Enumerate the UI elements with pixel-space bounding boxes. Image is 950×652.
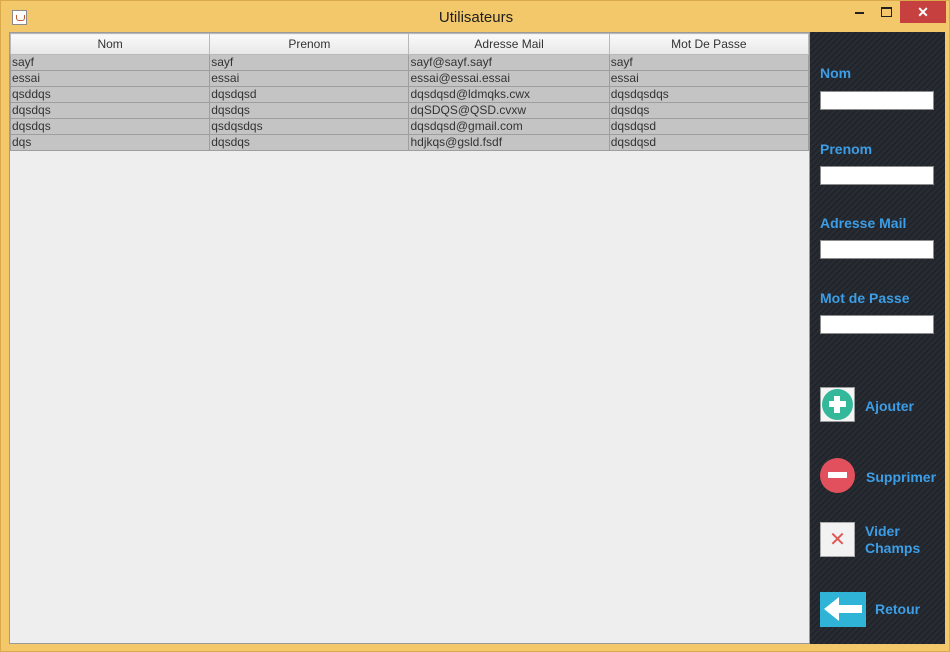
table-row[interactable]: dqs dqsdqs hdjkqs@gsld.fsdf dqsdqsd [9, 134, 810, 151]
prenom-field[interactable] [820, 166, 934, 185]
cell-adresse-mail[interactable]: essai@essai.essai [408, 70, 610, 87]
table-row[interactable]: qsddqs dqsdqsd dqsdqsd@ldmqks.cwx dqsdqs… [9, 86, 810, 103]
cell-nom[interactable]: sayf [9, 54, 211, 71]
add-button[interactable]: Ajouter [865, 398, 914, 415]
mot-de-passe-label: Mot de Passe [820, 290, 910, 306]
delete-button[interactable]: Supprimer [866, 469, 936, 486]
form-sidebar: Nom Prenom Adresse Mail Mot de Passe Ajo… [810, 32, 945, 644]
window-title: Utilisateurs [438, 9, 514, 26]
adresse-mail-label: Adresse Mail [820, 215, 907, 231]
cell-nom[interactable]: essai [9, 70, 211, 87]
cell-nom[interactable]: qsddqs [9, 86, 211, 103]
minus-circle-icon[interactable] [820, 458, 855, 493]
cell-mot-de-passe[interactable]: sayf [608, 54, 810, 71]
users-table-panel[interactable]: Nom Prenom Adresse Mail Mot De Passe say… [9, 32, 810, 644]
cell-adresse-mail[interactable]: dqSDQS@QSD.cvxw [408, 102, 610, 119]
x-icon[interactable]: ✕ [820, 522, 855, 557]
clear-fields-label-line2: Champs [865, 540, 921, 556]
nom-field[interactable] [820, 91, 934, 110]
clear-fields-button[interactable]: Vider Champs [865, 523, 920, 557]
back-button[interactable]: Retour [875, 601, 920, 618]
cell-adresse-mail[interactable]: dqsdqsd@ldmqks.cwx [408, 86, 610, 103]
cell-prenom[interactable]: dqsdqsd [209, 86, 410, 103]
mot-de-passe-field[interactable] [820, 315, 934, 334]
close-button[interactable]: ✕ [900, 1, 946, 23]
cell-mot-de-passe[interactable]: dqsdqs [608, 102, 810, 119]
table-header-row: Nom Prenom Adresse Mail Mot De Passe [9, 33, 810, 55]
cell-prenom[interactable]: qsdqsdqs [209, 118, 410, 135]
cell-prenom[interactable]: sayf [209, 54, 410, 71]
arrow-left-icon[interactable] [820, 592, 866, 627]
table-row[interactable]: sayf sayf sayf@sayf.sayf sayf [9, 54, 810, 71]
plus-circle-icon[interactable] [820, 387, 855, 422]
cell-mot-de-passe[interactable]: dqsdqsdqs [608, 86, 810, 103]
adresse-mail-field[interactable] [820, 240, 934, 259]
cell-nom[interactable]: dqsdqs [9, 102, 211, 119]
cell-mot-de-passe[interactable]: essai [608, 70, 810, 87]
prenom-label: Prenom [820, 141, 873, 157]
users-table: Nom Prenom Adresse Mail Mot De Passe say… [9, 33, 810, 151]
cell-mot-de-passe[interactable]: dqsdqsd [608, 118, 810, 135]
column-header-prenom[interactable]: Prenom [209, 33, 410, 55]
cell-prenom[interactable]: dqsdqs [209, 134, 410, 151]
cell-nom[interactable]: dqs [9, 134, 211, 151]
nom-label: Nom [820, 65, 852, 81]
cell-mot-de-passe[interactable]: dqsdqsd [608, 134, 810, 151]
cell-adresse-mail[interactable]: sayf@sayf.sayf [408, 54, 610, 71]
cell-adresse-mail[interactable]: dqsdqsd@gmail.com [408, 118, 610, 135]
maximize-button[interactable] [873, 1, 900, 23]
cell-adresse-mail[interactable]: hdjkqs@gsld.fsdf [408, 134, 610, 151]
column-header-mot-de-passe[interactable]: Mot De Passe [608, 33, 810, 55]
app-window: Utilisateurs ✕ Nom Prenom Adresse Mail M… [0, 0, 950, 652]
table-row[interactable]: dqsdqs dqsdqs dqSDQS@QSD.cvxw dqsdqs [9, 102, 810, 119]
table-row[interactable]: essai essai essai@essai.essai essai [9, 70, 810, 87]
cell-nom[interactable]: dqsdqs [9, 118, 211, 135]
table-row[interactable]: dqsdqs qsdqsdqs dqsdqsd@gmail.com dqsdqs… [9, 118, 810, 135]
cell-prenom[interactable]: dqsdqs [209, 102, 410, 119]
title-bar[interactable]: Utilisateurs ✕ [1, 1, 950, 32]
column-header-adresse-mail[interactable]: Adresse Mail [408, 33, 610, 55]
column-header-nom[interactable]: Nom [9, 33, 211, 55]
clear-fields-label-line1: Vider [865, 523, 900, 539]
cell-prenom[interactable]: essai [209, 70, 410, 87]
minimize-button[interactable] [846, 1, 873, 23]
